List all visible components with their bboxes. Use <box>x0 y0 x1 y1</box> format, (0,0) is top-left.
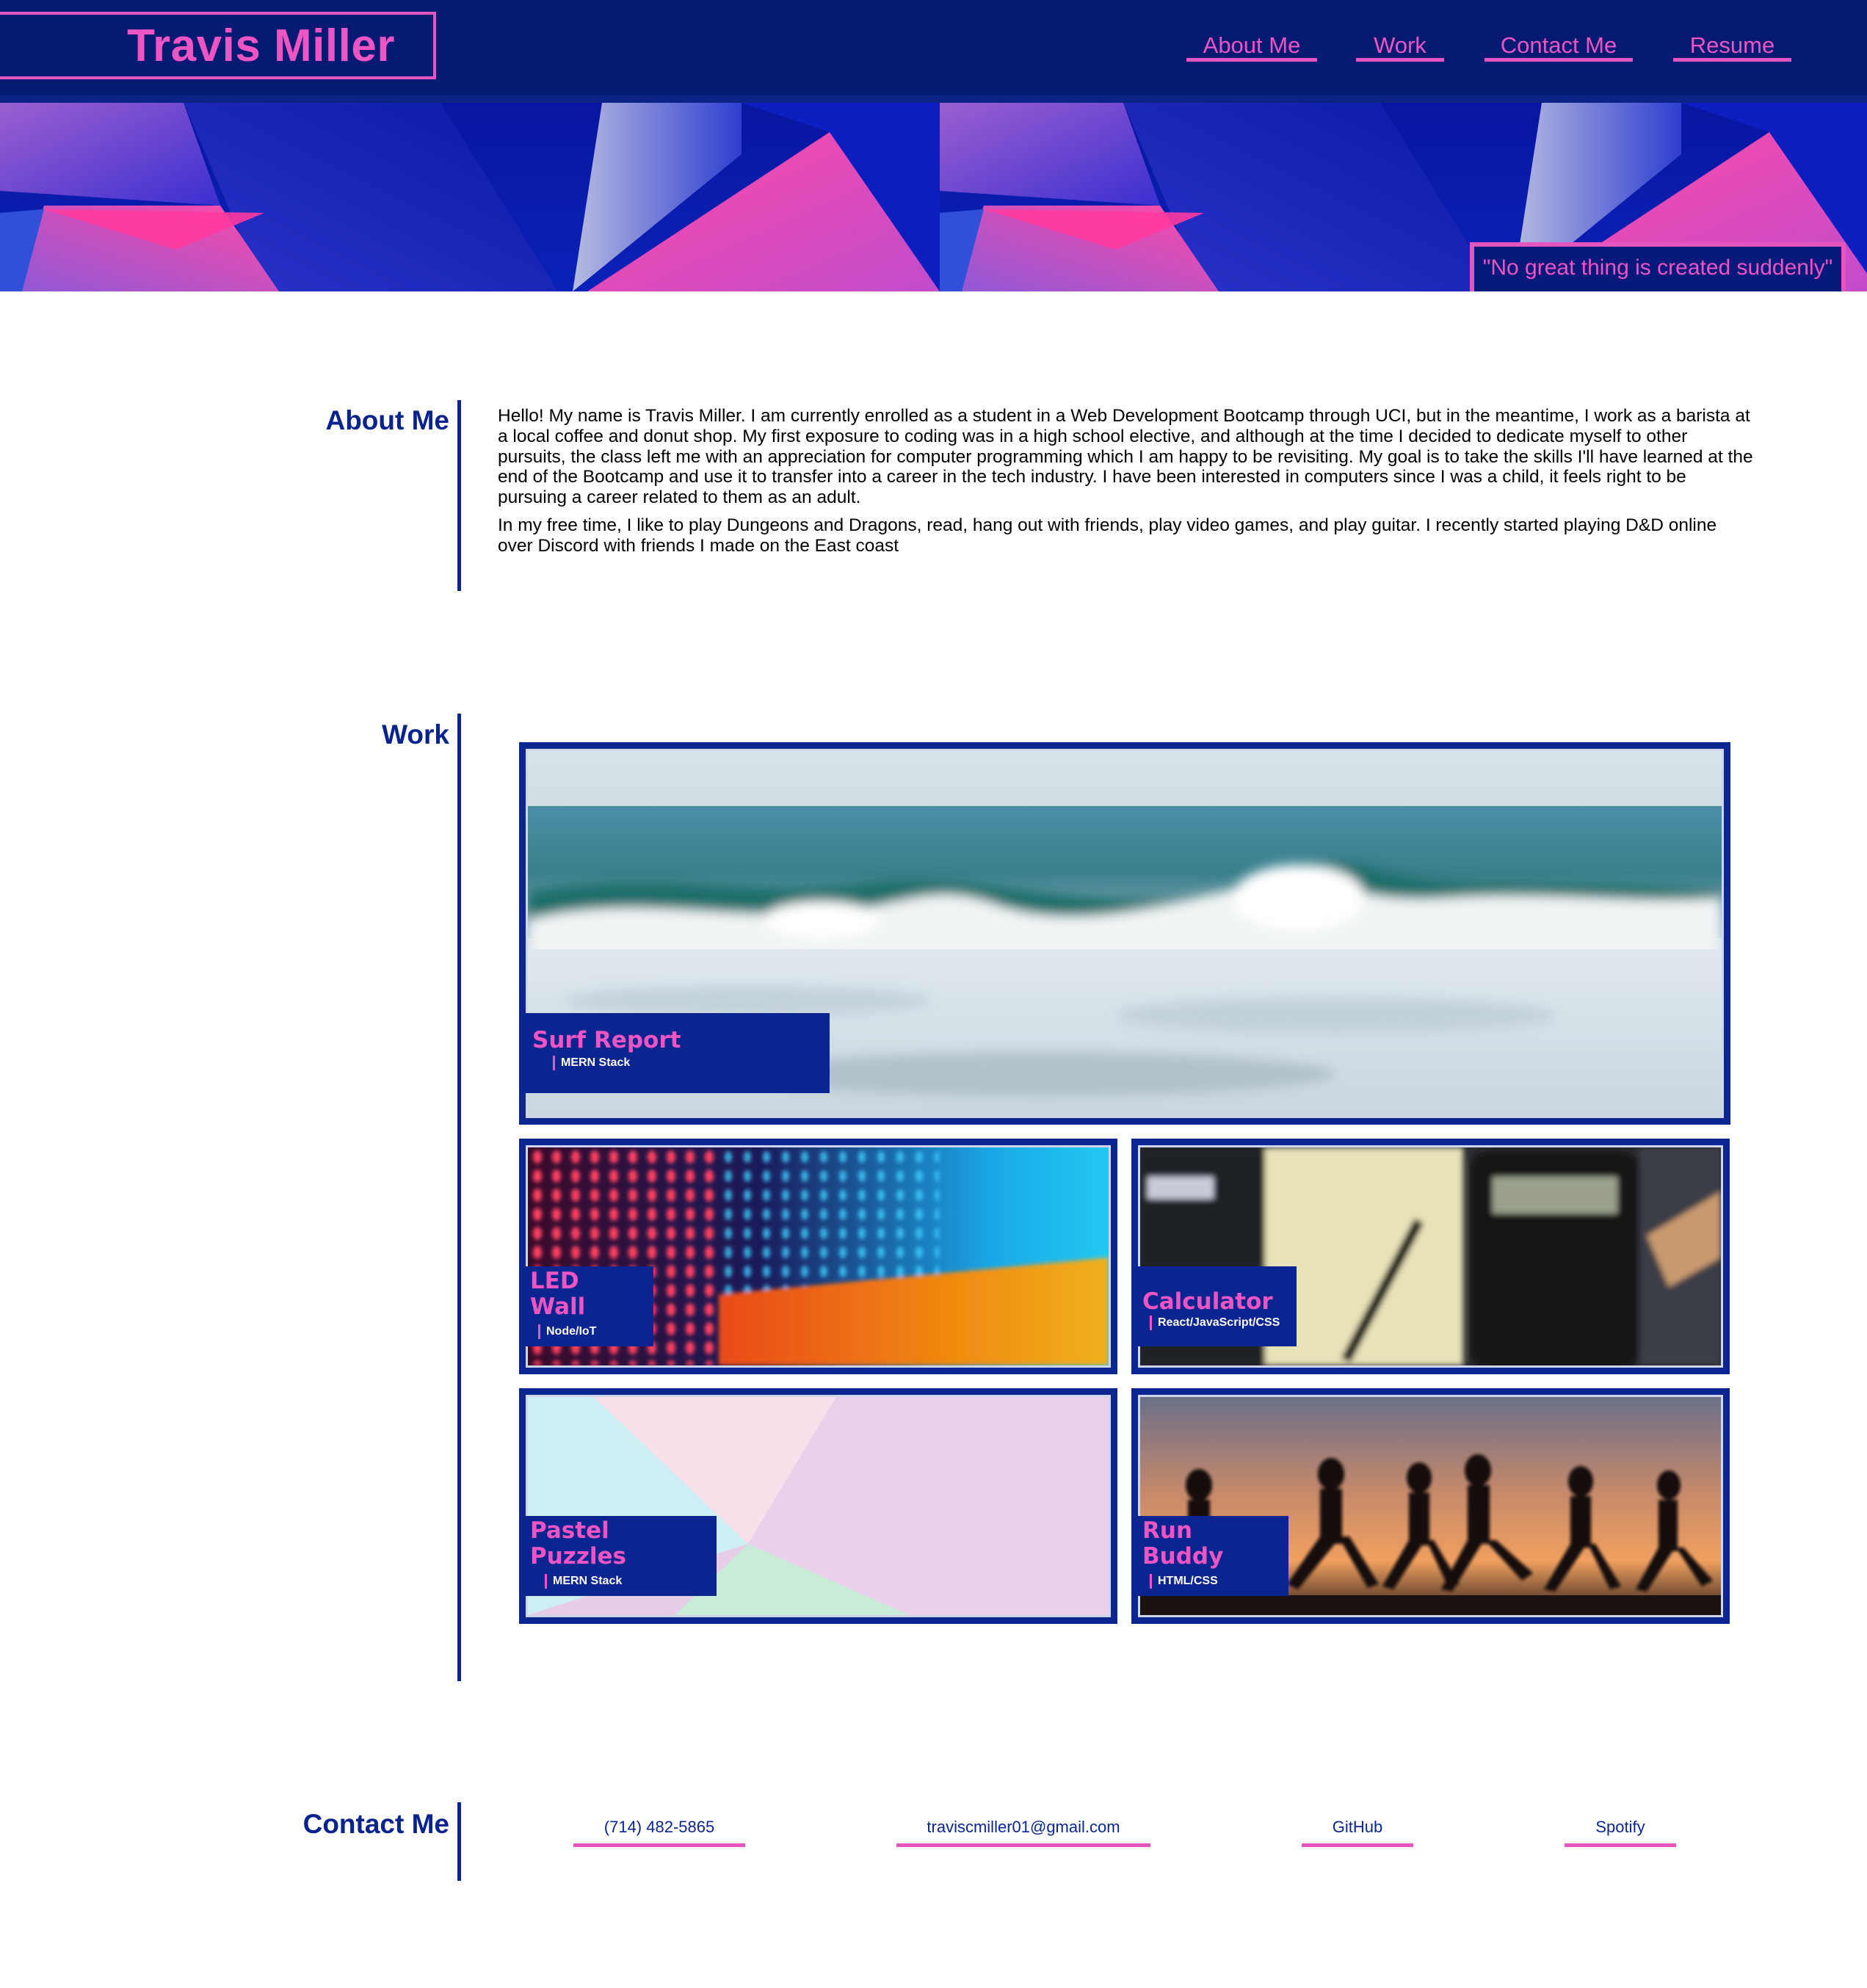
hero-quote: "No great thing is created suddenly" <box>1482 255 1833 280</box>
nav-contact-me[interactable]: Contact Me <box>1484 29 1633 62</box>
project-title[interactable]: Surf Report <box>532 1028 681 1053</box>
contact-title: Contact Me <box>302 1809 449 1839</box>
contact-github-link[interactable]: GitHub <box>1302 1815 1413 1847</box>
contact-spotify-link[interactable]: Spotify <box>1565 1815 1676 1847</box>
project-title[interactable]: Calculator <box>1142 1289 1273 1315</box>
project-tech: MERN Stack <box>545 1574 622 1589</box>
contact-email-link[interactable]: traviscmiller01@gmail.com <box>896 1815 1150 1847</box>
about-paragraph: In my free time, I like to play Dungeons… <box>498 515 1717 556</box>
work-divider <box>457 714 461 1681</box>
project-card-run-buddy[interactable]: Run Buddy HTML/CSS <box>1131 1388 1730 1624</box>
header-strip <box>0 95 1867 103</box>
about-text: Hello! My name is Travis Miller. I am cu… <box>498 406 1753 564</box>
contact-divider <box>457 1802 461 1881</box>
site-header: Travis Miller About Me Work Contact Me R… <box>0 0 1867 95</box>
project-card-pastel-puzzles[interactable]: Pastel Puzzles MERN Stack <box>519 1388 1117 1624</box>
project-title[interactable]: LED Wall <box>530 1269 618 1320</box>
about-divider <box>457 400 461 591</box>
project-card-led-wall[interactable]: LED Wall Node/IoT <box>519 1139 1117 1374</box>
work-title: Work <box>382 719 449 750</box>
nav-work[interactable]: Work <box>1356 29 1444 62</box>
project-title[interactable]: Run Buddy <box>1142 1518 1230 1570</box>
project-tech: HTML/CSS <box>1150 1574 1218 1589</box>
quote-box: "No great thing is created suddenly" <box>1470 242 1846 291</box>
project-card-calculator[interactable]: Calculator React/JavaScript/CSS <box>1131 1139 1730 1374</box>
brand-box[interactable]: Travis Miller <box>0 12 436 79</box>
nav-about-me[interactable]: About Me <box>1186 29 1317 62</box>
hero-banner: "No great thing is created suddenly" <box>0 103 1867 291</box>
project-card-surf-report[interactable]: Surf Report MERN Stack <box>519 742 1730 1125</box>
contact-phone-link[interactable]: (714) 482-5865 <box>573 1815 745 1847</box>
project-tech: Node/IoT <box>538 1324 596 1339</box>
project-tech: React/JavaScript/CSS <box>1150 1316 1280 1330</box>
project-title[interactable]: Pastel Puzzles <box>530 1518 677 1570</box>
about-title: About Me <box>325 405 449 435</box>
brand-name[interactable]: Travis Miller <box>127 20 395 72</box>
about-paragraph: Hello! My name is Travis Miller. I am cu… <box>498 406 1753 508</box>
nav-resume[interactable]: Resume <box>1673 29 1791 62</box>
project-tech: MERN Stack <box>553 1056 630 1070</box>
